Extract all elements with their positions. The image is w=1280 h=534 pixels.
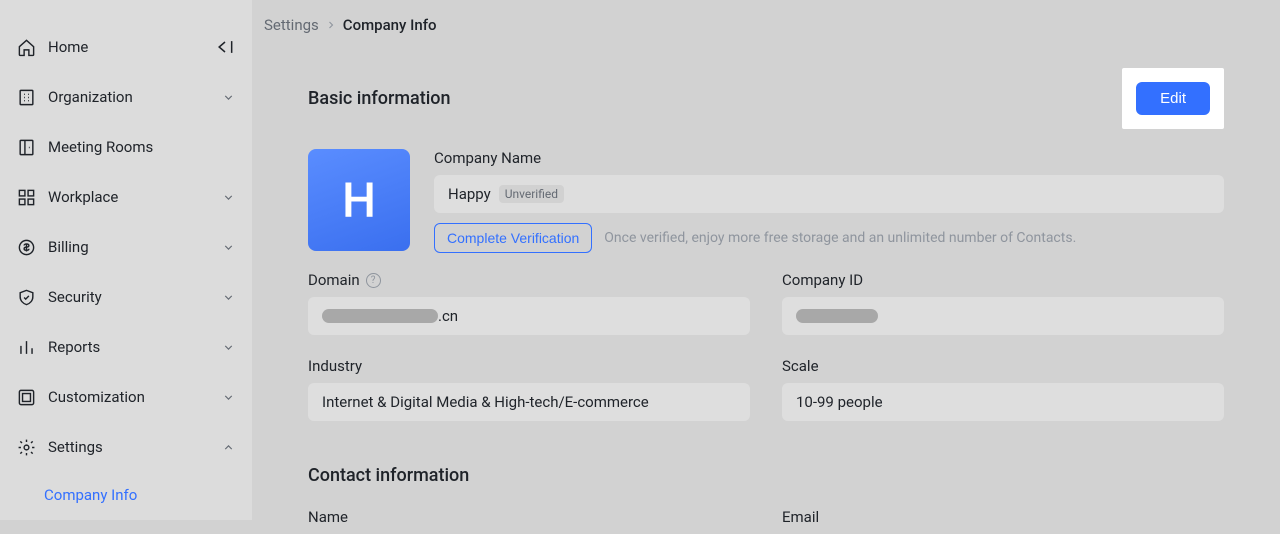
verification-hint: Once verified, enjoy more free storage a… bbox=[604, 230, 1076, 246]
industry-label: Industry bbox=[308, 357, 750, 375]
chevron-right-icon bbox=[325, 19, 337, 31]
sidebar-item-meeting-rooms[interactable]: Meeting Rooms bbox=[0, 122, 252, 172]
gear-icon bbox=[16, 437, 36, 457]
workplace-icon bbox=[16, 187, 36, 207]
sidebar-item-label: Billing bbox=[48, 238, 220, 256]
sidebar-item-label: Security bbox=[48, 288, 220, 306]
domain-label: Domain bbox=[308, 271, 360, 289]
sidebar-item-home[interactable]: Home bbox=[0, 22, 252, 72]
company-id-value bbox=[782, 297, 1224, 335]
meeting-rooms-icon bbox=[16, 137, 36, 157]
company-id-label: Company ID bbox=[782, 271, 1224, 289]
shield-icon bbox=[16, 287, 36, 307]
billing-icon bbox=[16, 237, 36, 257]
sidebar-subitem-label: Company Info bbox=[44, 486, 137, 504]
sidebar-item-label: Workplace bbox=[48, 188, 220, 206]
contact-section-title: Contact information bbox=[308, 465, 1224, 486]
contact-email-label: Email bbox=[782, 508, 1224, 526]
scale-label: Scale bbox=[782, 357, 1224, 375]
basic-section-title: Basic information bbox=[308, 88, 451, 109]
sidebar-item-label: Settings bbox=[48, 438, 220, 456]
unverified-badge: Unverified bbox=[499, 185, 564, 203]
edit-highlight: Edit bbox=[1122, 68, 1224, 129]
help-icon[interactable]: ? bbox=[366, 273, 381, 288]
chevron-down-icon bbox=[220, 391, 236, 404]
sidebar-item-label: Home bbox=[48, 38, 214, 56]
sidebar-item-security[interactable]: Security bbox=[0, 272, 252, 322]
domain-value: .cn bbox=[308, 297, 750, 335]
organization-icon bbox=[16, 87, 36, 107]
redacted-domain bbox=[322, 309, 438, 323]
company-name-label: Company Name bbox=[434, 149, 1224, 167]
edit-button[interactable]: Edit bbox=[1136, 82, 1210, 115]
breadcrumb-root[interactable]: Settings bbox=[264, 16, 319, 34]
sidebar-item-organization[interactable]: Organization bbox=[0, 72, 252, 122]
sidebar-item-billing[interactable]: Billing bbox=[0, 222, 252, 272]
contact-name-label: Name bbox=[308, 508, 750, 526]
sidebar-item-settings[interactable]: Settings bbox=[0, 422, 252, 472]
home-icon bbox=[16, 37, 36, 57]
chevron-down-icon bbox=[220, 241, 236, 254]
sidebar-item-label: Organization bbox=[48, 88, 220, 106]
customization-icon bbox=[16, 387, 36, 407]
chevron-down-icon bbox=[220, 191, 236, 204]
reports-icon bbox=[16, 337, 36, 357]
chevron-down-icon bbox=[220, 291, 236, 304]
collapse-sidebar-icon[interactable] bbox=[214, 38, 236, 56]
sidebar-item-reports[interactable]: Reports bbox=[0, 322, 252, 372]
sidebar-subitem-company-info[interactable]: Company Info bbox=[0, 472, 252, 518]
redacted-company-id bbox=[796, 309, 878, 323]
industry-value: Internet & Digital Media & High-tech/E-c… bbox=[308, 383, 750, 421]
chevron-up-icon bbox=[220, 441, 236, 454]
company-name-value: Happy Unverified bbox=[434, 175, 1224, 213]
sidebar-item-label: Customization bbox=[48, 388, 220, 406]
company-avatar: H bbox=[308, 149, 410, 251]
chevron-down-icon bbox=[220, 341, 236, 354]
sidebar-item-workplace[interactable]: Workplace bbox=[0, 172, 252, 222]
sidebar-item-label: Reports bbox=[48, 338, 220, 356]
sidebar: Home Organization Meeting Rooms Wo bbox=[0, 0, 252, 520]
breadcrumb-current: Company Info bbox=[343, 16, 437, 34]
chevron-down-icon bbox=[220, 91, 236, 104]
company-name-text: Happy bbox=[448, 185, 491, 203]
complete-verification-button[interactable]: Complete Verification bbox=[434, 223, 592, 253]
scale-value: 10-99 people bbox=[782, 383, 1224, 421]
sidebar-item-label: Meeting Rooms bbox=[48, 138, 236, 156]
sidebar-item-customization[interactable]: Customization bbox=[0, 372, 252, 422]
main: Settings Company Info Basic information … bbox=[252, 0, 1280, 520]
domain-suffix: .cn bbox=[438, 307, 458, 325]
breadcrumb: Settings Company Info bbox=[252, 0, 1280, 50]
